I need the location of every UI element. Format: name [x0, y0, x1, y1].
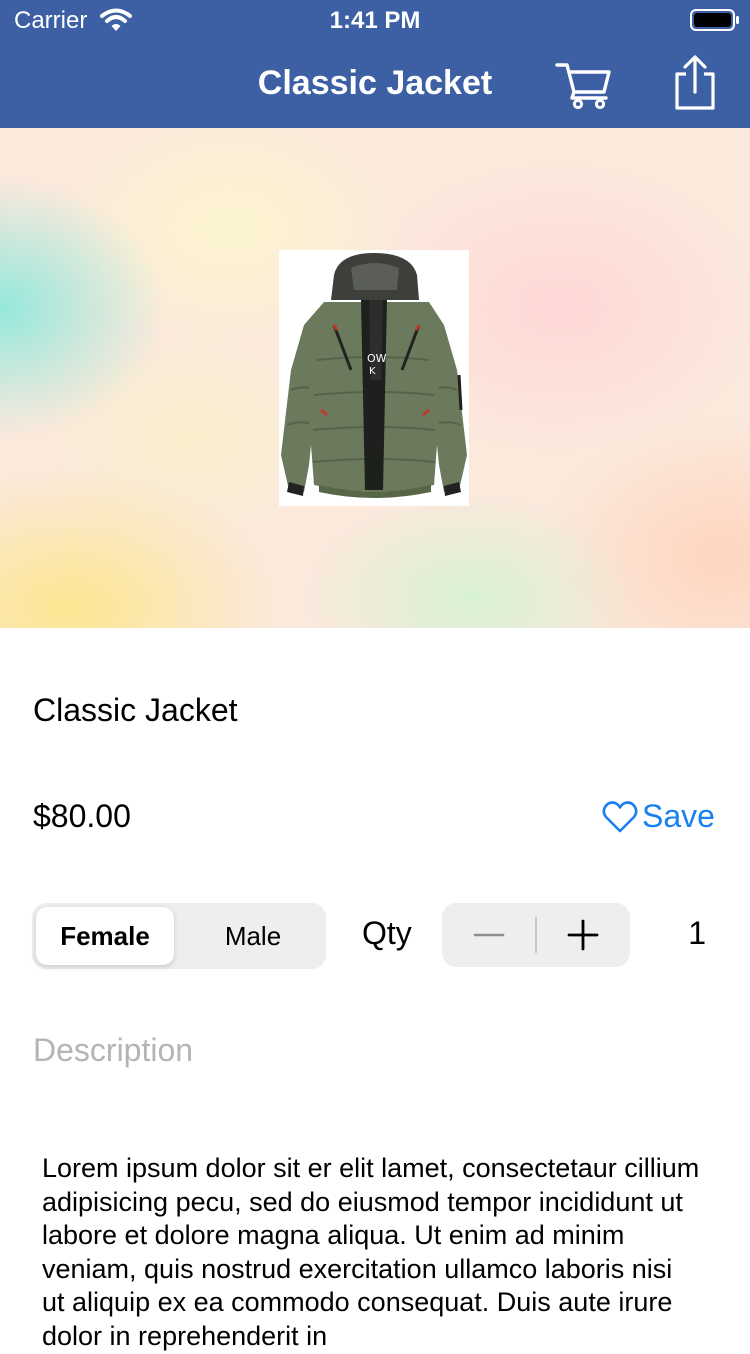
cart-icon	[554, 63, 614, 114]
svg-text:OW: OW	[367, 352, 387, 365]
qty-label: Qty	[362, 915, 412, 951]
product-hero: OW K	[0, 128, 750, 628]
heart-icon	[602, 798, 642, 842]
segment-male[interactable]: Male	[184, 907, 322, 965]
save-button[interactable]: Save	[602, 798, 715, 838]
cart-button[interactable]	[554, 60, 614, 110]
share-button[interactable]	[668, 54, 722, 112]
status-bar: Carrier 1:41 PM	[0, 0, 750, 40]
product-price: $80.00	[33, 798, 131, 834]
navigation-bar: Classic Jacket	[0, 40, 750, 128]
increment-button[interactable]	[536, 903, 630, 967]
product-title: Classic Jacket	[33, 692, 238, 728]
svg-text:K: K	[369, 366, 376, 377]
jacket-image: OW K	[279, 250, 469, 506]
minus-icon	[442, 933, 536, 971]
battery-icon	[690, 8, 740, 37]
quantity-value: 1	[688, 915, 706, 951]
segment-female[interactable]: Female	[36, 907, 174, 965]
description-label: Description	[33, 1032, 194, 1068]
nav-title: Classic Jacket	[257, 64, 493, 102]
gender-segmented-control: Female Male	[32, 903, 326, 969]
save-label: Save	[642, 798, 715, 834]
quantity-stepper	[442, 903, 630, 967]
status-time: 1:41 PM	[329, 7, 421, 34]
plus-icon	[536, 919, 630, 971]
share-icon	[668, 55, 722, 116]
decrement-button[interactable]	[442, 903, 536, 967]
description-text: Lorem ipsum dolor sit er elit lamet, con…	[42, 1153, 700, 1351]
